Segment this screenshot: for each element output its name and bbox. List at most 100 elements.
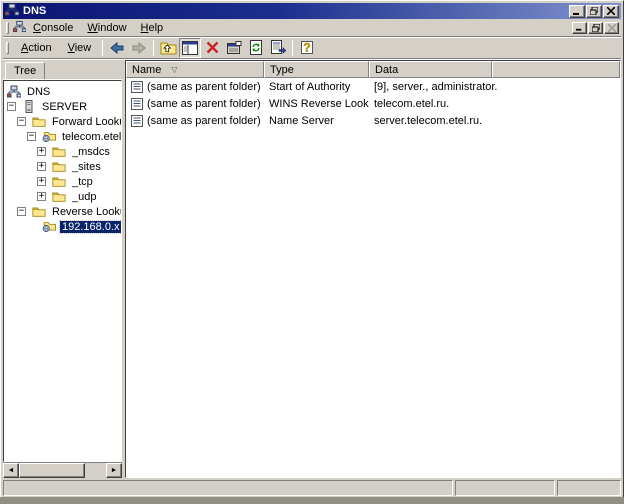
up-one-level-icon[interactable] [157, 38, 179, 58]
menu-help[interactable]: Help [134, 20, 171, 36]
toolbar-grip[interactable] [6, 42, 9, 54]
tree-item[interactable]: _msdcs [4, 144, 121, 159]
folder-icon [32, 205, 46, 218]
status-segment [3, 480, 453, 496]
record-icon [131, 81, 143, 93]
tree-item[interactable]: _udp [4, 189, 121, 204]
folder-icon [52, 160, 66, 173]
toolbar-separator [292, 40, 293, 56]
tree-view[interactable]: DNS SERVER Forward Lookup Ztelecom.etel.r _… [3, 80, 122, 462]
menu-console[interactable]: Console [26, 20, 80, 36]
scroll-right-icon[interactable]: ► [106, 463, 122, 478]
folder-icon [52, 145, 66, 158]
column-header-name[interactable]: Name ▽ [126, 61, 264, 78]
tree-item-label: _udp [70, 191, 98, 203]
refresh-icon[interactable] [245, 38, 267, 58]
back-icon[interactable] [106, 38, 128, 58]
properties-icon[interactable] [223, 38, 245, 58]
close-button[interactable] [603, 5, 619, 18]
export-list-icon[interactable] [267, 38, 289, 58]
tree-item-label: DNS [25, 86, 52, 98]
sort-indicator-icon: ▽ [171, 65, 177, 74]
restore-button[interactable] [586, 5, 602, 18]
column-header-data[interactable]: Data [369, 61, 492, 78]
action-menu-button[interactable]: Action [13, 39, 60, 57]
main-area: Tree DNSSERVERForward Lookup Ztelecom.et… [3, 60, 621, 478]
tree-item[interactable]: _tcp [4, 174, 121, 189]
list-body: (same as parent folder)Start of Authorit… [126, 78, 620, 477]
view-menu-button[interactable]: View [60, 39, 100, 57]
dns-console-window: DNS Console Window Help [0, 0, 624, 504]
child-restore-button[interactable] [588, 22, 603, 34]
record-icon [131, 98, 143, 110]
tree-item[interactable]: Forward Lookup Z [4, 114, 121, 129]
column-header-filler [492, 61, 620, 78]
column-header-label: Data [375, 64, 398, 76]
collapse-icon[interactable] [27, 132, 36, 141]
dns-record-row[interactable]: (same as parent folder)Start of Authorit… [126, 78, 620, 95]
tree-item-label: Reverse Lookup Z [50, 206, 122, 218]
expand-icon[interactable] [37, 177, 46, 186]
tree-item[interactable]: 192.168.0.x S [4, 219, 121, 234]
server-icon [22, 100, 36, 113]
dns-icon [7, 85, 21, 98]
scrollbar-thumb[interactable] [19, 463, 85, 478]
window-bottom-edge [0, 497, 624, 504]
expand-icon[interactable] [37, 192, 46, 201]
tree-item-label: Forward Lookup Z [50, 116, 122, 128]
record-name: (same as parent folder) [147, 81, 261, 93]
collapse-icon[interactable] [17, 207, 26, 216]
expand-icon[interactable] [37, 147, 46, 156]
folder-icon [32, 115, 46, 128]
record-name-cell: (same as parent folder) [126, 98, 264, 110]
toolbar-separator [153, 40, 154, 56]
toolbar-separator [102, 40, 103, 56]
minimize-button[interactable] [569, 5, 585, 18]
collapse-icon[interactable] [17, 117, 26, 126]
window-title: DNS [23, 5, 569, 17]
tab-strip: Tree [3, 60, 122, 80]
expand-icon[interactable] [37, 162, 46, 171]
record-type: Name Server [264, 115, 369, 127]
dns-record-row[interactable]: (same as parent folder)Name Serverserver… [126, 112, 620, 129]
console-window-icon[interactable] [13, 20, 26, 36]
column-header-label: Type [270, 64, 294, 76]
forward-icon[interactable] [128, 38, 150, 58]
scroll-left-icon[interactable]: ◄ [3, 463, 19, 478]
record-data: [9], server., administrator. [369, 81, 620, 93]
column-header-type[interactable]: Type [264, 61, 369, 78]
tree-item[interactable]: DNS [4, 84, 121, 99]
folder-icon [52, 190, 66, 203]
title-bar[interactable]: DNS [3, 3, 621, 19]
delete-icon[interactable] [201, 38, 223, 58]
menu-bar: Console Window Help [3, 19, 621, 37]
zone-icon [42, 130, 56, 143]
record-name: (same as parent folder) [147, 98, 261, 110]
status-segment [557, 480, 621, 496]
tree-item[interactable]: SERVER [4, 99, 121, 114]
tree-item[interactable]: _sites [4, 159, 121, 174]
tree-item-label: SERVER [40, 101, 89, 113]
column-header-label: Name [132, 64, 161, 76]
console-tree-panel: Tree DNS SERVER Forward Lookup Ztelecom.et… [3, 60, 122, 478]
zone-icon [42, 220, 56, 233]
dns-console-icon [5, 3, 19, 19]
tree-item-label: _sites [70, 161, 103, 173]
child-minimize-button[interactable] [572, 22, 587, 34]
menubar-grip[interactable] [6, 22, 9, 34]
tree-item-label: _tcp [70, 176, 95, 188]
collapse-icon[interactable] [7, 102, 16, 111]
dns-record-row[interactable]: (same as parent folder)WINS Reverse Look… [126, 95, 620, 112]
tree-horizontal-scrollbar[interactable]: ◄ ► [3, 462, 122, 478]
tree-item[interactable]: telecom.etel.r [4, 129, 121, 144]
record-data: telecom.etel.ru. [369, 98, 620, 110]
list-header: Name ▽ Type Data [126, 61, 620, 78]
help-icon[interactable]: ? [296, 38, 318, 58]
tree-item-label: _msdcs [70, 146, 112, 158]
show-hide-console-tree-icon[interactable] [179, 38, 201, 58]
record-type: Start of Authority [264, 81, 369, 93]
menu-window[interactable]: Window [80, 20, 133, 36]
tree-item[interactable]: Reverse Lookup Z [4, 204, 121, 219]
child-close-button[interactable] [604, 22, 619, 34]
tab-tree[interactable]: Tree [5, 62, 45, 79]
